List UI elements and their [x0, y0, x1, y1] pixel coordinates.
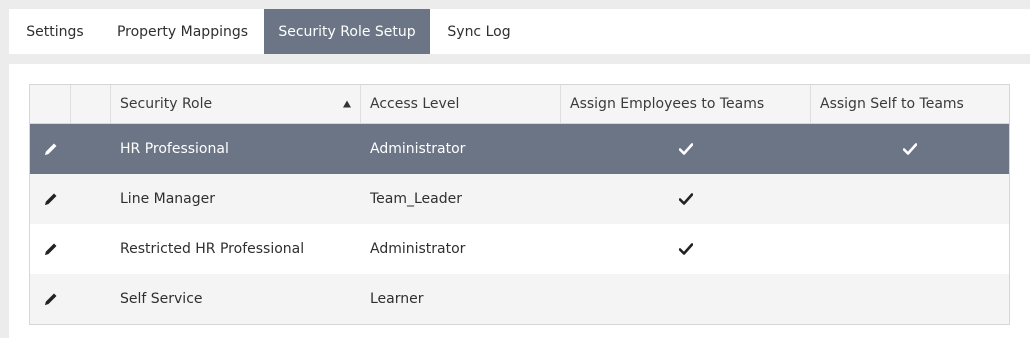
check-icon — [679, 143, 693, 155]
security-role-cell: HR Professional — [120, 141, 229, 157]
security-role-cell: Self Service — [120, 291, 203, 307]
blank-cell — [71, 224, 111, 274]
grid-header-row: Security Role Access Level Assign Employ… — [30, 85, 1009, 124]
blank-cell — [71, 124, 111, 174]
check-icon — [679, 193, 693, 205]
header-security-role[interactable]: Security Role — [111, 85, 361, 123]
access-level-cell: Team_Leader — [370, 191, 463, 207]
assign-self-cell — [811, 274, 1009, 324]
header-assign-self[interactable]: Assign Self to Teams — [811, 85, 1009, 123]
pencil-icon — [43, 191, 59, 207]
blank-cell — [71, 274, 111, 324]
edit-button[interactable] — [30, 224, 71, 274]
assign-self-cell — [811, 224, 1009, 274]
header-security-role-label: Security Role — [120, 96, 213, 112]
tab-sync-log[interactable]: Sync Log — [430, 9, 528, 54]
access-level-cell: Administrator — [370, 241, 466, 257]
tab-property-mappings[interactable]: Property Mappings — [101, 9, 264, 54]
blank-cell — [71, 174, 111, 224]
table-row[interactable]: Line Manager Team_Leader — [30, 174, 1009, 224]
edit-button[interactable] — [30, 174, 71, 224]
security-role-cell: Line Manager — [120, 191, 215, 207]
security-roles-grid: Security Role Access Level Assign Employ… — [29, 84, 1010, 325]
assign-self-cell — [811, 174, 1009, 224]
table-row[interactable]: HR Professional Administrator — [30, 124, 1009, 174]
table-row[interactable]: Restricted HR Professional Administrator — [30, 224, 1009, 274]
tab-bar: Settings Property Mappings Security Role… — [9, 9, 1030, 54]
pencil-icon — [43, 241, 59, 257]
assign-employees-cell — [561, 124, 811, 174]
edit-button[interactable] — [30, 124, 71, 174]
assign-employees-cell — [561, 174, 811, 224]
security-role-cell: Restricted HR Professional — [120, 241, 305, 257]
header-assign-employees[interactable]: Assign Employees to Teams — [561, 85, 811, 123]
pencil-icon — [43, 291, 59, 307]
access-level-cell: Administrator — [370, 141, 466, 157]
tab-security-role-setup[interactable]: Security Role Setup — [264, 9, 430, 54]
check-icon — [903, 143, 917, 155]
edit-button[interactable] — [30, 274, 71, 324]
header-access-level[interactable]: Access Level — [361, 85, 561, 123]
pencil-icon — [43, 141, 59, 157]
assign-self-cell — [811, 124, 1009, 174]
sort-ascending-icon[interactable] — [343, 100, 351, 108]
header-edit-column — [30, 85, 71, 123]
check-icon — [679, 243, 693, 255]
tab-settings[interactable]: Settings — [9, 9, 101, 54]
content-panel: Security Role Access Level Assign Employ… — [9, 64, 1030, 338]
assign-employees-cell — [561, 224, 811, 274]
table-row[interactable]: Self Service Learner — [30, 274, 1009, 324]
access-level-cell: Learner — [370, 291, 424, 307]
assign-employees-cell — [561, 274, 811, 324]
header-blank-column — [71, 85, 111, 123]
grid-body: HR Professional Administrator Line Manager… — [30, 124, 1009, 324]
